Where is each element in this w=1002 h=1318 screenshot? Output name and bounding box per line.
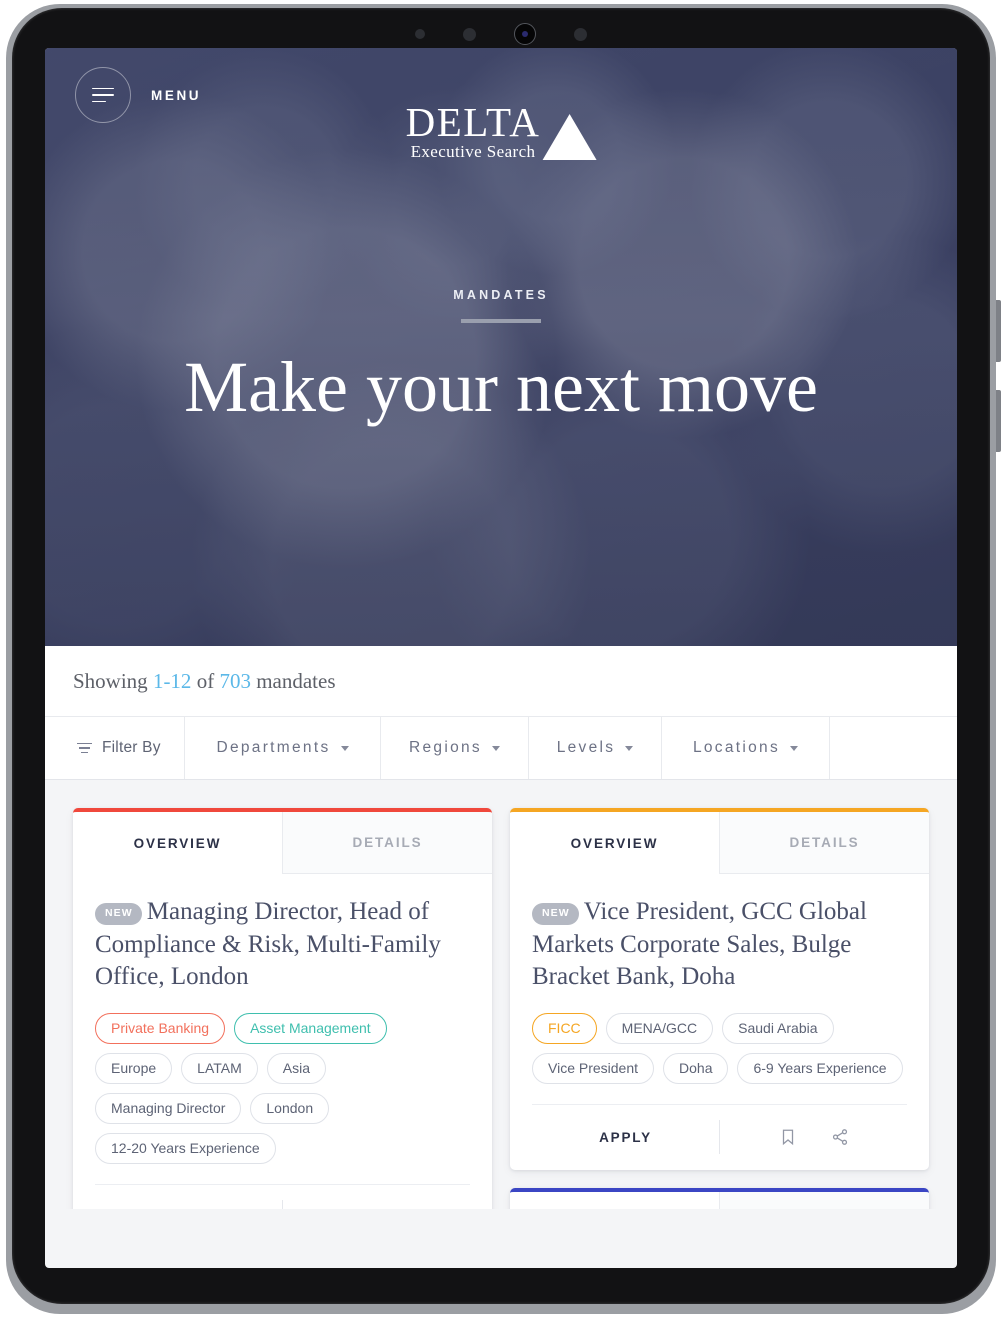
- volume-down-button[interactable]: [996, 390, 1001, 452]
- hero-section: MENU Delta Executive Search MANDATES Mak…: [45, 48, 957, 646]
- results-range: 1-12: [152, 668, 192, 693]
- filter-locations[interactable]: Locations: [662, 717, 830, 779]
- mandate-tag[interactable]: 12-20 Years Experience: [95, 1132, 276, 1164]
- hero-eyebrow: MANDATES: [453, 288, 549, 302]
- mandate-tag[interactable]: Private Banking: [95, 1012, 226, 1044]
- menu-button[interactable]: MENU: [75, 67, 201, 123]
- mandate-tag-list: Private Banking Asset Management Europe LAT…: [95, 1012, 470, 1164]
- card-body: NEW Managing Director, Head of Compliance…: [73, 874, 492, 1209]
- mandate-tag[interactable]: FICC: [532, 1012, 597, 1044]
- sensor-dot-icon: [463, 27, 476, 41]
- volume-up-button[interactable]: [996, 300, 1001, 362]
- card-actions: [283, 1185, 470, 1209]
- mandate-title-text: Managing Director, Head of Compliance & …: [95, 898, 441, 990]
- filter-icon: [77, 742, 92, 754]
- logo-wordmark: Delta: [405, 99, 541, 145]
- filter-by-label-cell: Filter By: [45, 717, 185, 779]
- tab-overview[interactable]: OVERVIEW: [510, 812, 719, 874]
- hero-content: MANDATES Make your next move: [45, 288, 957, 425]
- site-logo[interactable]: Delta Executive Search: [405, 99, 597, 162]
- share-icon[interactable]: [394, 1208, 412, 1209]
- filter-bar-spacer: [830, 717, 957, 779]
- mandate-tag[interactable]: Managing Director: [95, 1092, 242, 1124]
- mandate-card[interactable]: OVERVIEW DETAILS NEW Managing Director, H…: [73, 808, 492, 1209]
- apply-button[interactable]: APPLY: [532, 1105, 719, 1170]
- filter-levels[interactable]: Levels: [529, 717, 662, 779]
- sensor-dot-icon: [574, 27, 587, 41]
- mandate-title: NEW Vice President, GCC Global Markets Co…: [532, 896, 907, 994]
- tablet-device: MENU Delta Executive Search MANDATES Mak…: [0, 0, 1002, 1318]
- card-tabs: OVERVIEW DETAILS: [510, 812, 929, 874]
- sensor-dot-icon: [415, 29, 425, 39]
- card-footer: APPLY: [532, 1103, 907, 1170]
- mandate-tag[interactable]: Saudi Arabia: [722, 1012, 834, 1044]
- mandate-card[interactable]: OVERVIEW DETAILS NEW Vice President, GCC …: [510, 808, 929, 1170]
- chevron-down-icon: [625, 745, 634, 751]
- card-tabs: OVERVIEW DETAILS: [73, 812, 492, 874]
- mandates-column-right: OVERVIEW DETAILS NEW Vice President, GCC …: [510, 808, 929, 1209]
- mandates-column-left: OVERVIEW DETAILS NEW Managing Director, H…: [73, 808, 492, 1209]
- front-camera-icon: [514, 23, 536, 45]
- mandate-card[interactable]: OVERVIEW DETAILS: [510, 1187, 929, 1209]
- mandate-tag[interactable]: Europe: [95, 1052, 173, 1084]
- tab-details[interactable]: DETAILS: [282, 812, 492, 874]
- card-tabs: OVERVIEW DETAILS: [510, 1191, 929, 1209]
- mandates-grid: OVERVIEW DETAILS NEW Managing Director, H…: [45, 780, 957, 1209]
- hamburger-icon[interactable]: [75, 67, 131, 123]
- mandate-tag[interactable]: Vice President: [532, 1052, 655, 1084]
- filter-departments-label: Departments: [216, 739, 331, 756]
- tab-overview[interactable]: OVERVIEW: [510, 1191, 719, 1209]
- status-badge: NEW: [95, 903, 142, 925]
- filter-locations-label: Locations: [692, 739, 781, 756]
- triangle-icon: [542, 113, 597, 160]
- mandate-tag[interactable]: Asia: [266, 1052, 326, 1084]
- filter-regions-label: Regions: [409, 739, 482, 756]
- bookmark-icon[interactable]: [779, 1128, 797, 1146]
- apply-button[interactable]: APPLY: [95, 1185, 282, 1209]
- page-title: Make your next move: [184, 347, 818, 427]
- mandate-tag[interactable]: Doha: [663, 1052, 729, 1084]
- mandate-tag[interactable]: London: [250, 1092, 330, 1124]
- results-total: 703: [219, 668, 251, 693]
- card-footer: APPLY: [95, 1183, 470, 1209]
- status-badge: NEW: [532, 903, 579, 925]
- mandate-tag[interactable]: LATAM: [181, 1052, 258, 1084]
- mandate-tag-list: FICC MENA/GCC Saudi Arabia Vice President Do…: [532, 1012, 907, 1084]
- results-count-bar: Showing 1-12 of 703 mandates: [45, 646, 957, 716]
- mandate-tag[interactable]: Asset Management: [234, 1012, 387, 1044]
- filter-levels-label: Levels: [556, 739, 616, 756]
- site-header: MENU Delta Executive Search: [45, 48, 957, 161]
- filter-regions[interactable]: Regions: [381, 717, 529, 779]
- browser-viewport: MENU Delta Executive Search MANDATES Mak…: [45, 48, 957, 1268]
- mandate-title-text: Vice President, GCC Global Markets Corpo…: [532, 898, 867, 990]
- hero-divider: [461, 319, 541, 323]
- results-count-text: Showing 1-12 of 703 mandates: [73, 669, 336, 694]
- results-prefix: Showing: [73, 668, 153, 693]
- mandate-tag[interactable]: MENA/GCC: [605, 1012, 714, 1044]
- card-body: NEW Vice President, GCC Global Markets Co…: [510, 874, 929, 1170]
- tab-details[interactable]: DETAILS: [719, 1191, 929, 1209]
- results-suffix: mandates: [250, 668, 336, 693]
- tab-details[interactable]: DETAILS: [719, 812, 929, 874]
- mandate-title: NEW Managing Director, Head of Compliance…: [95, 896, 470, 994]
- results-middle: of: [191, 668, 220, 693]
- mandate-tag[interactable]: 6-9 Years Experience: [737, 1052, 903, 1084]
- filter-bar: Filter By Departments Regions Levels Loc…: [45, 716, 957, 780]
- bookmark-icon[interactable]: [342, 1208, 360, 1209]
- filter-by-label: Filter By: [102, 739, 161, 756]
- chevron-down-icon: [340, 745, 349, 751]
- logo-tagline: Executive Search: [410, 142, 536, 162]
- device-sensor-row: [12, 22, 990, 46]
- card-actions: [720, 1105, 907, 1170]
- menu-label: MENU: [151, 87, 202, 103]
- share-icon[interactable]: [831, 1128, 849, 1146]
- filter-departments[interactable]: Departments: [185, 717, 381, 779]
- chevron-down-icon: [491, 745, 500, 751]
- tab-overview[interactable]: OVERVIEW: [73, 812, 282, 874]
- chevron-down-icon: [790, 745, 799, 751]
